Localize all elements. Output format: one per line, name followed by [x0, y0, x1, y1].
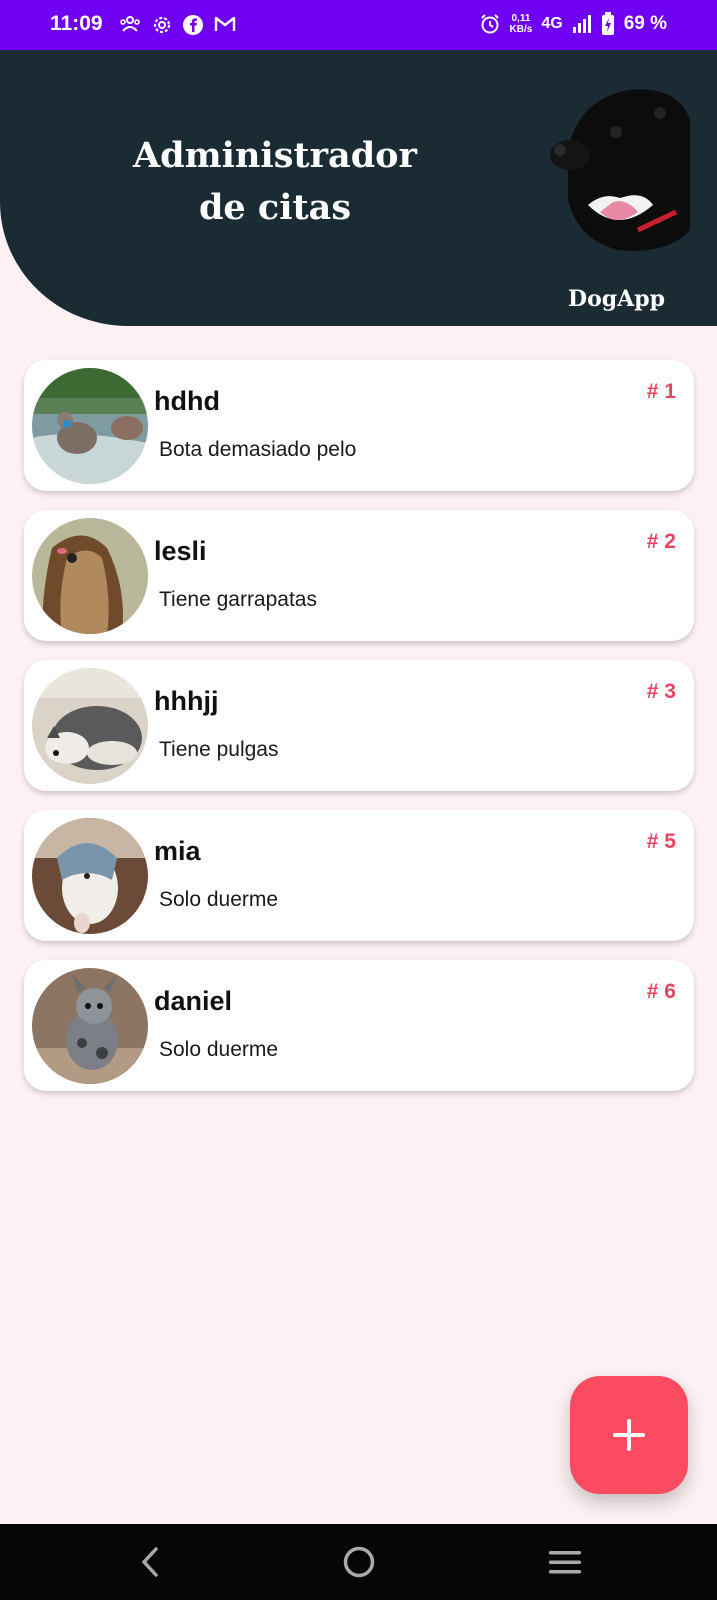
- appointment-number: # 5: [646, 830, 676, 853]
- dog-avatar: [32, 968, 148, 1084]
- status-bar: 11:09 0,11 KB/s 4G 69 %: [0, 0, 717, 50]
- appointment-number: # 3: [646, 680, 676, 703]
- signal-icon: [572, 15, 591, 33]
- appointment-description: Bota demasiado pelo: [159, 438, 357, 461]
- dog-avatar: [32, 668, 148, 784]
- appointment-card[interactable]: lesli Tiene garrapatas # 2: [24, 510, 694, 641]
- system-nav-bar: [0, 1524, 717, 1600]
- appointment-card[interactable]: mia Solo duerme # 5: [24, 810, 694, 941]
- recents-icon: [549, 1551, 581, 1574]
- app-header: Administrador de citas DogApp: [0, 50, 717, 326]
- appointment-description: Solo duerme: [159, 888, 279, 911]
- speed-value: 0,11: [511, 13, 531, 24]
- pet-name: daniel: [154, 986, 233, 1016]
- battery-icon: [601, 12, 614, 35]
- notification-icons: [118, 14, 237, 36]
- appointment-number: # 1: [646, 380, 676, 403]
- appointment-card[interactable]: hdhd Bota demasiado pelo # 1: [24, 360, 694, 491]
- pet-name: mia: [154, 836, 201, 866]
- dog-logo-image: [550, 89, 690, 251]
- dog-avatar: [32, 518, 148, 634]
- settings-gear-icon: [153, 16, 171, 34]
- nav-home-button[interactable]: [339, 1542, 379, 1582]
- group-icon: [120, 16, 140, 32]
- status-right: 0,11 KB/s 4G 69 %: [479, 12, 667, 36]
- title-line-2: de citas: [198, 187, 352, 228]
- network-speed: 0,11 KB/s: [510, 13, 533, 35]
- appointment-description: Solo duerme: [159, 1038, 279, 1061]
- home-icon: [343, 1546, 375, 1578]
- page-title: Administrador de citas: [100, 130, 450, 234]
- speed-unit: KB/s: [509, 24, 533, 35]
- appointment-card[interactable]: daniel Solo duerme # 6: [24, 960, 694, 1091]
- appointment-description: Tiene pulgas: [159, 738, 279, 761]
- title-line-1: Administrador: [133, 135, 417, 176]
- appointment-description: Tiene garrapatas: [159, 588, 317, 611]
- appointment-number: # 2: [646, 530, 676, 553]
- network-type: 4G: [541, 15, 563, 32]
- add-appointment-button[interactable]: [570, 1376, 688, 1494]
- alarm-icon: [480, 14, 499, 34]
- gmail-icon: [214, 16, 236, 31]
- nav-back-button[interactable]: [130, 1542, 170, 1582]
- dog-avatar: [32, 368, 148, 484]
- nav-recents-button[interactable]: [545, 1542, 585, 1582]
- pet-name: lesli: [154, 536, 207, 566]
- pet-name: hdhd: [154, 386, 220, 416]
- back-icon: [142, 1547, 158, 1577]
- facebook-icon: [183, 15, 203, 35]
- appointment-number: # 6: [646, 980, 676, 1003]
- pet-name: hhhjj: [154, 686, 219, 716]
- plus-icon: [613, 1419, 645, 1451]
- dog-avatar: [32, 818, 148, 934]
- status-time: 11:09: [50, 12, 103, 35]
- brand-name: DogApp: [568, 286, 665, 312]
- appointment-card[interactable]: hhhjj Tiene pulgas # 3: [24, 660, 694, 791]
- battery-percent: 69 %: [623, 13, 667, 34]
